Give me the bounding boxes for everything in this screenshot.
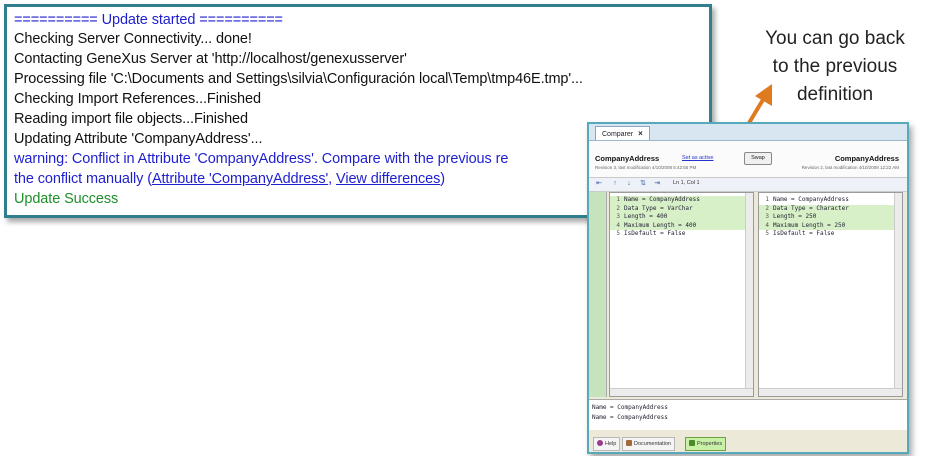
annotation-line: to the previous [772,56,898,77]
diff-row: 4 Maximum Length = 400 [610,221,753,230]
bottom-tabstrip: Help Documentation Properties [589,430,907,452]
right-diff-pane[interactable]: 5 IsDefault = False 4 Maximum Length = 250 3… [758,192,903,397]
diff-text: Maximum Length = 400 [624,221,697,229]
last-difference-icon[interactable]: ⇥ [653,180,661,188]
right-revision-info: Revision 2, last modification 4/10/2008 … [801,165,899,170]
diff-row: 2 Data Type = Character [759,204,902,213]
comparer-header: CompanyAddress Set as active Swap Compan… [589,141,907,178]
annotation-line: You can go back [765,28,905,49]
tab-help[interactable]: Help [593,437,621,451]
log-line-reading-objects: Reading import file objects...Finished [14,111,248,127]
diff-row: 1 Name = CompanyAddress [610,196,753,205]
view-differences-link[interactable]: View differences [336,171,440,187]
documentation-icon [626,440,632,446]
next-difference-icon[interactable]: ↓ [625,180,633,188]
log-line-contacting: Contacting GeneXus Server at 'http://loc… [14,51,407,67]
tab-comparer[interactable]: Comparer × [595,126,650,140]
tab-documentation-label: Documentation [634,441,671,447]
log-line-success: Update Success [14,191,119,207]
diff-text: Data Type = Character [773,204,849,212]
log-line-warning: warning: Conflict in Attribute 'CompanyA… [14,151,509,167]
horizontal-scrollbar[interactable] [610,388,753,396]
tab-help-label: Help [605,441,617,447]
tab-properties-label: Properties [697,441,723,447]
output-line: Name = CompanyAddress [592,414,668,421]
comparer-toolbar: ⇤ ↑ ↓ ⇅ ⇥ Ln 1, Col 1 [589,178,907,192]
line-number: 1 [616,196,620,203]
diff-overview-gutter[interactable] [589,192,607,397]
cursor-position: Ln 1, Col 1 [673,180,700,186]
log-line-updating-attribute: Updating Attribute 'CompanyAddress'... [14,131,263,147]
horizontal-scrollbar[interactable] [759,388,902,396]
tab-properties[interactable]: Properties [685,437,727,451]
annotation-callout: You can go back to the previous definiti… [735,25,931,109]
diff-text: IsDefault = False [624,230,686,237]
line-number: 2 [765,204,769,212]
line-number: 3 [765,213,769,220]
previous-difference-icon[interactable]: ↑ [611,180,619,188]
log-line-update-started: ========== Update started ========== [14,12,283,28]
tab-comparer-label: Comparer [602,131,634,138]
swap-button[interactable]: Swap [744,152,772,165]
diff-row: 1 Name = CompanyAddress [759,196,902,205]
diff-text: Maximum Length = 250 [773,221,846,229]
vertical-scrollbar[interactable] [894,193,902,396]
line-number: 2 [616,204,620,212]
diff-row: 5 IsDefault = False [759,230,902,239]
log-line-connectivity: Checking Server Connectivity... done! [14,31,252,47]
diff-row: 3 Length = 400 [610,213,753,222]
log-line-processing: Processing file 'C:\Documents and Settin… [14,71,583,87]
diff-row: 4 Maximum Length = 250 [759,221,902,230]
diff-row: 5 IsDefault = False [610,230,753,239]
conflict-suffix: ) [440,171,446,187]
line-number: 4 [616,221,620,229]
log-line-conflict: the conflict manually (Attribute 'Compan… [14,170,445,189]
diff-row: 3 Length = 250 [759,213,902,222]
diff-text: Length = 400 [624,213,668,220]
diff-text: Name = CompanyAddress [773,196,849,203]
properties-icon [689,440,695,446]
diff-text: Name = CompanyAddress [624,196,700,203]
line-number: 5 [616,230,620,237]
attribute-link[interactable]: Attribute 'CompanyAddress' [152,171,328,187]
diff-text: IsDefault = False [773,230,835,237]
output-line: Name = CompanyAddress [592,404,668,411]
line-number: 3 [616,213,620,220]
first-difference-icon[interactable]: ⇤ [595,180,603,188]
diff-text: Data Type = VarChar [624,204,693,212]
diff-row: 2 Data Type = VarChar [610,204,753,213]
document-tabstrip: Comparer × [589,124,907,141]
comparer-window: Comparer × CompanyAddress Set as active S… [587,122,909,454]
help-icon [597,440,603,446]
diff-text: Length = 250 [773,213,817,220]
right-object-name: CompanyAddress [834,154,899,163]
left-object-name: CompanyAddress [595,154,660,163]
tab-documentation[interactable]: Documentation [622,437,675,451]
vertical-scrollbar[interactable] [745,193,753,396]
left-revision-info: Revision 3, last modification 4/10/2008 … [595,165,697,170]
line-number: 5 [765,230,769,237]
merged-output-pane[interactable]: Name = CompanyAddress Name = CompanyAddr… [589,399,907,430]
conflict-prefix: the conflict manually ( [14,171,152,187]
close-icon[interactable]: × [638,129,643,138]
line-number: 1 [765,196,769,203]
annotation-line: definition [796,84,874,105]
left-diff-pane[interactable]: 5 IsDefault = False 4 Maximum Length = 400 3… [609,192,754,397]
line-number: 4 [765,221,769,229]
log-line-import-references: Checking Import References...Finished [14,91,261,107]
set-as-active-link[interactable]: Set as active [682,155,714,161]
sync-icon[interactable]: ⇅ [639,180,647,188]
link-separator: , [328,171,337,187]
